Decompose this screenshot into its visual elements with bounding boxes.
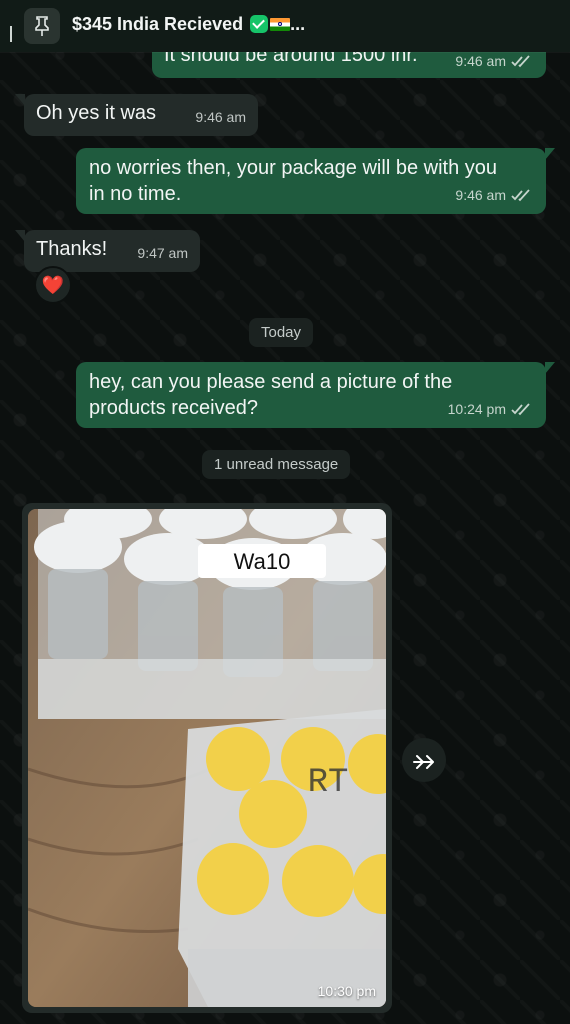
message-time: 9:46 am xyxy=(455,187,506,203)
message-meta: 9:46 am xyxy=(195,104,246,130)
unread-separator: 1 unread message xyxy=(202,450,351,479)
verified-check-icon xyxy=(250,15,269,33)
read-ticks-icon xyxy=(511,189,530,202)
message-outgoing[interactable]: hey, can you please send a picture of th… xyxy=(76,362,555,428)
vial-label: Wa10 xyxy=(234,549,291,574)
read-ticks-icon xyxy=(511,55,530,68)
date-separator: Today xyxy=(249,318,314,347)
heart-icon: ❤️ xyxy=(41,274,65,296)
message-outgoing[interactable]: no worries then, your package will be wi… xyxy=(76,148,555,214)
message-meta: 9:46 am xyxy=(455,182,534,208)
message-incoming[interactable]: Oh yes it was 9:46 am xyxy=(15,94,258,136)
message-text: hey, can you please send a picture of th… xyxy=(89,371,453,419)
india-flag-icon xyxy=(270,18,291,31)
photo-content: Wa10 RT xyxy=(28,509,386,1007)
pinned-title: $345 India Recieved xyxy=(72,14,244,34)
pinned-message-bar[interactable]: $345 India Recieved ... xyxy=(0,0,570,52)
message-text: Thanks! xyxy=(36,238,108,260)
message-meta: 9:47 am xyxy=(137,240,188,266)
read-ticks-icon xyxy=(511,403,530,416)
tray-label: RT xyxy=(308,764,349,802)
pinned-message-text[interactable]: $345 India Recieved ... xyxy=(72,14,305,35)
message-time: 9:47 am xyxy=(137,245,188,261)
message-text: Oh yes it was xyxy=(36,102,157,124)
message-time: 10:30 pm xyxy=(317,983,376,999)
pinned-ellipsis: ... xyxy=(290,14,306,34)
message-time: 10:24 pm xyxy=(447,401,506,417)
pin-indicator xyxy=(10,26,12,42)
pin-icon[interactable] xyxy=(24,8,60,44)
message-incoming-image[interactable]: Wa10 RT 10:30 pm xyxy=(22,503,392,1013)
message-meta: 10:24 pm xyxy=(448,396,534,422)
message-text: no worries then, your package will be wi… xyxy=(89,157,497,205)
forward-button[interactable] xyxy=(402,738,446,782)
message-time: 9:46 am xyxy=(195,109,246,125)
product-photo[interactable]: Wa10 RT 10:30 pm xyxy=(28,509,386,1007)
reaction-heart[interactable]: ❤️ xyxy=(34,266,72,304)
forward-icon xyxy=(413,755,434,769)
